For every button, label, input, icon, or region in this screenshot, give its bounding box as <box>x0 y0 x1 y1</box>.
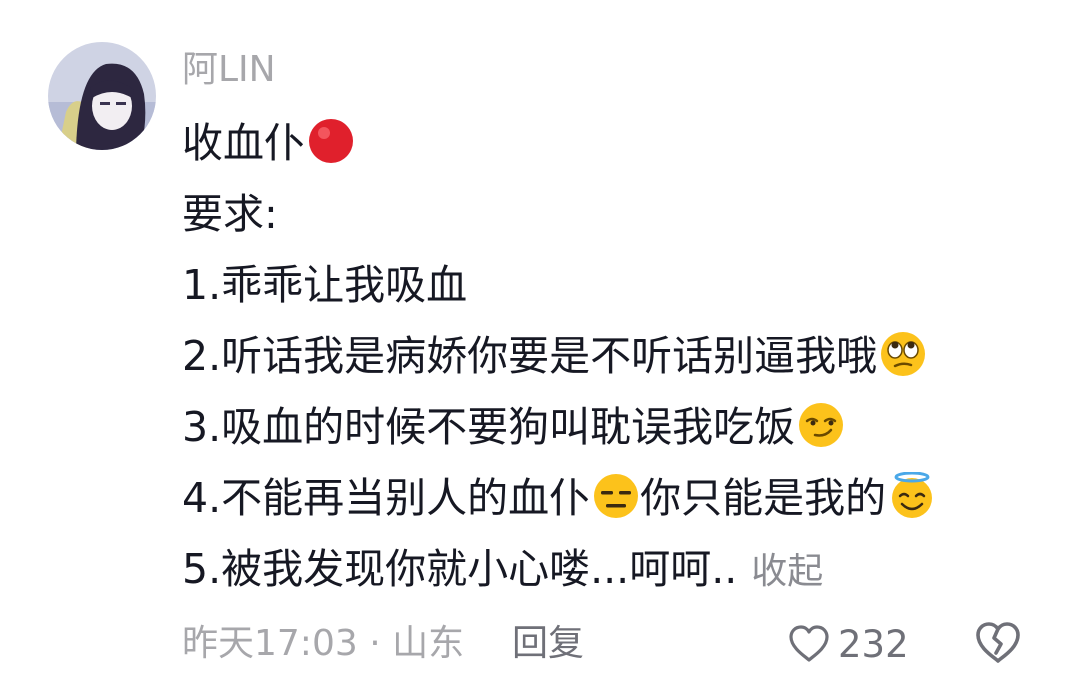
comment-line-text: 要求: <box>182 190 278 238</box>
comment-line-5: 3.吸血的时候不要狗叫耽误我吃饭 <box>182 392 1042 463</box>
comment-line-1: 收血仆 <box>182 108 1042 179</box>
dislike-button[interactable] <box>974 620 1022 668</box>
comment-body: 收血仆 要求: 1.乖乖让我吸血 2.听话我是病娇你要是不听话别逼我哦 3.吸血… <box>182 108 1042 605</box>
user-avatar[interactable] <box>48 42 156 150</box>
comment-line-text: 4.不能再当别人的血仆 <box>182 474 591 522</box>
reply-button[interactable]: 回复 <box>512 618 584 670</box>
comment-line-2: 要求: <box>182 179 1042 250</box>
username[interactable]: 阿LIN <box>182 48 276 92</box>
comment-line-text: 1.乖乖让我吸血 <box>182 261 468 309</box>
smirk-emoji <box>799 403 844 447</box>
halo-emoji <box>892 472 933 518</box>
like-button[interactable]: 232 <box>788 618 909 670</box>
comment-line-text: 2.听话我是病娇你要是不听话别逼我哦 <box>182 332 878 380</box>
broken-heart-icon <box>976 622 1020 663</box>
comment-line-text-after: 你只能是我的 <box>640 474 887 522</box>
comment-line-3: 1.乖乖让我吸血 <box>182 250 1042 321</box>
eye-roll-emoji <box>881 332 926 376</box>
comment-item: 阿LIN 收血仆 要求: 1.乖乖让我吸血 2.听话我是病娇你要是不听话别逼我哦… <box>0 0 1080 688</box>
comment-line-text: 收血仆 <box>182 119 305 167</box>
comment-line-text: 5.被我发现你就小心喽...呵呵.. <box>182 545 738 593</box>
red-circle-emoji <box>309 119 353 163</box>
comment-line-text: 3.吸血的时候不要狗叫耽误我吃饭 <box>182 403 796 451</box>
expressionless-emoji <box>594 474 639 518</box>
heart-icon <box>789 625 829 662</box>
comment-line-6: 4.不能再当别人的血仆 你只能是我的 <box>182 463 1042 534</box>
time-location: 昨天17:03 · 山东 <box>182 623 465 664</box>
like-count: 232 <box>838 622 909 666</box>
collapse-button[interactable]: 收起 <box>751 551 823 592</box>
comment-line-4: 2.听话我是病娇你要是不听话别逼我哦 <box>182 321 1042 392</box>
comment-line-7: 5.被我发现你就小心喽...呵呵.. 收起 <box>182 534 1042 605</box>
